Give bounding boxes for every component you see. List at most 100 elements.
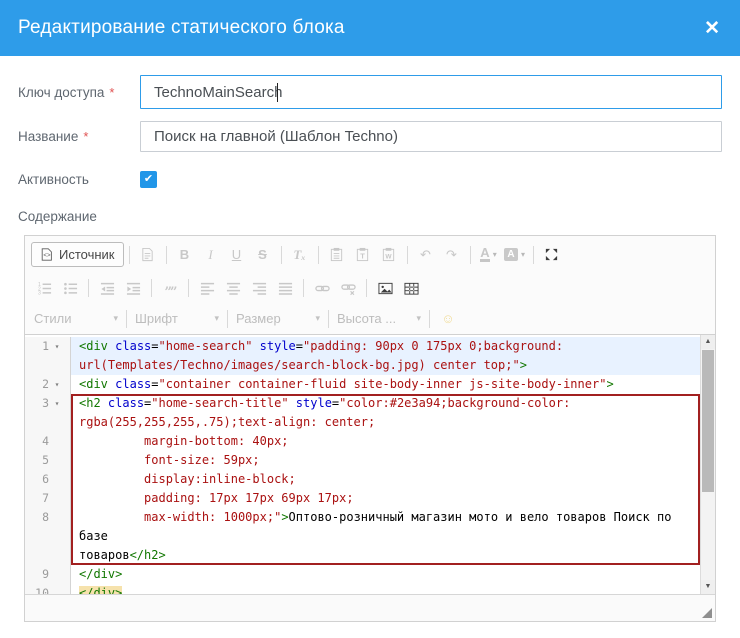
font-select-label: Шрифт bbox=[135, 311, 178, 326]
dialog-body: Ключ доступа* Название* Активность ✔ Сод… bbox=[0, 75, 740, 622]
line-number[interactable]: 1 bbox=[25, 337, 49, 356]
line-height-select[interactable]: Высота ...▾ bbox=[337, 311, 421, 326]
text-color-icon[interactable]: A▾ bbox=[477, 243, 501, 267]
line-gutter: 6 bbox=[25, 470, 71, 489]
fold-arrow-icon[interactable]: ▾ bbox=[49, 394, 65, 413]
svg-text:T: T bbox=[360, 252, 365, 261]
svg-text:W: W bbox=[385, 254, 392, 261]
underline-icon[interactable]: U bbox=[225, 243, 249, 267]
undo-icon[interactable]: ↶ bbox=[414, 243, 438, 267]
resize-handle[interactable] bbox=[702, 608, 712, 618]
code-line-content: font-size: 59px; bbox=[71, 451, 700, 470]
align-justify-icon[interactable] bbox=[273, 276, 297, 300]
paste-word-icon[interactable]: W bbox=[377, 243, 401, 267]
unlink-icon[interactable] bbox=[336, 276, 360, 300]
line-number[interactable]: 5 bbox=[25, 451, 49, 470]
toolbar-separator bbox=[328, 310, 329, 328]
required-asterisk: * bbox=[83, 129, 88, 144]
link-icon[interactable] bbox=[310, 276, 334, 300]
close-button[interactable]: ✕ bbox=[704, 19, 720, 38]
scrollbar-thumb[interactable] bbox=[702, 350, 714, 492]
image-icon[interactable] bbox=[373, 276, 397, 300]
indent-icon[interactable] bbox=[121, 276, 145, 300]
scroll-up-arrow[interactable]: ▲ bbox=[701, 335, 715, 349]
code-line: 1▾<div class="home-search" style="paddin… bbox=[25, 337, 700, 375]
line-number[interactable]: 3 bbox=[25, 394, 49, 413]
access-key-input[interactable] bbox=[140, 75, 722, 109]
toolbar-separator bbox=[129, 246, 130, 264]
maximize-icon[interactable] bbox=[540, 243, 564, 267]
align-right-icon[interactable] bbox=[247, 276, 271, 300]
toolbar-separator bbox=[366, 279, 367, 297]
active-row: Активность ✔ bbox=[18, 171, 722, 188]
dialog-title: Редактирование статического блока bbox=[18, 17, 345, 39]
toolbar-row-1: <>Источник BIUS Tₓ T W ↶↷ A▾A▾ bbox=[25, 236, 715, 273]
smiley-icon[interactable]: ☺ bbox=[436, 307, 460, 331]
name-input[interactable] bbox=[140, 121, 722, 152]
code-line: 9</div> bbox=[25, 565, 700, 584]
blockquote-icon[interactable]: ”” bbox=[158, 276, 182, 300]
access-key-label: Ключ доступа* bbox=[18, 85, 140, 100]
line-number[interactable]: 9 bbox=[25, 565, 49, 584]
line-number[interactable]: 10 bbox=[25, 584, 49, 594]
toolbar-separator bbox=[470, 246, 471, 264]
align-center-icon[interactable] bbox=[221, 276, 245, 300]
line-number[interactable]: 2 bbox=[25, 375, 49, 394]
line-gutter: 7 bbox=[25, 489, 71, 508]
active-checkbox[interactable]: ✔ bbox=[140, 171, 157, 188]
strikethrough-icon[interactable]: S bbox=[251, 243, 275, 267]
code-line: 10</div> bbox=[25, 584, 700, 594]
line-gutter: 5 bbox=[25, 451, 71, 470]
line-number[interactable]: 8 bbox=[25, 508, 49, 527]
templates-icon[interactable] bbox=[136, 243, 160, 267]
bullet-list-icon[interactable] bbox=[58, 276, 82, 300]
toolbar-separator bbox=[188, 279, 189, 297]
styles-select[interactable]: Стили▾ bbox=[34, 311, 118, 326]
line-number[interactable]: 7 bbox=[25, 489, 49, 508]
toolbar-separator bbox=[429, 310, 430, 328]
bold-icon[interactable]: B bbox=[173, 243, 197, 267]
toolbar-separator bbox=[281, 246, 282, 264]
close-icon: ✕ bbox=[704, 18, 720, 39]
vertical-scrollbar[interactable]: ▲ ▼ bbox=[700, 335, 715, 594]
code-line-content: margin-bottom: 40px; bbox=[71, 432, 700, 451]
italic-icon[interactable]: I bbox=[199, 243, 223, 267]
line-gutter: 2▾ bbox=[25, 375, 71, 394]
redo-icon[interactable]: ↷ bbox=[440, 243, 464, 267]
font-select[interactable]: Шрифт ▾ bbox=[135, 311, 219, 326]
bg-color-icon[interactable]: A▾ bbox=[503, 243, 527, 267]
align-left-icon[interactable] bbox=[195, 276, 219, 300]
source-button[interactable]: <>Источник bbox=[31, 242, 124, 267]
code-line-content: max-width: 1000px;">Оптово-розничный маг… bbox=[71, 508, 700, 565]
code-line-content: <div class="home-search" style="padding:… bbox=[71, 337, 700, 375]
line-gutter: 10 bbox=[25, 584, 71, 594]
content-editor: <>ИсточникBIUSTₓTW↶↷A▾A▾ 123”” Стили▾Шри… bbox=[24, 235, 716, 622]
checkmark-icon: ✔ bbox=[144, 174, 153, 185]
code-line: 5 font-size: 59px; bbox=[25, 451, 700, 470]
access-key-row: Ключ доступа* bbox=[18, 75, 722, 109]
fold-arrow-icon[interactable]: ▾ bbox=[49, 337, 65, 356]
static-block-edit-dialog: Редактирование статического блока ✕ Ключ… bbox=[0, 0, 740, 638]
remove-format-icon[interactable]: Tₓ bbox=[288, 243, 312, 267]
source-button-label: Источник bbox=[59, 247, 115, 262]
line-gutter: 4 bbox=[25, 432, 71, 451]
paste-icon[interactable] bbox=[325, 243, 349, 267]
table-icon[interactable] bbox=[399, 276, 423, 300]
chevron-down-icon: ▾ bbox=[214, 313, 219, 324]
line-gutter: 1▾ bbox=[25, 337, 71, 375]
dialog-header: Редактирование статического блока ✕ bbox=[0, 0, 740, 56]
toolbar-separator bbox=[126, 310, 127, 328]
line-number[interactable]: 4 bbox=[25, 432, 49, 451]
content-label: Содержание bbox=[18, 209, 722, 224]
line-number[interactable]: 6 bbox=[25, 470, 49, 489]
numbered-list-icon[interactable]: 123 bbox=[32, 276, 56, 300]
code-line: 8 max-width: 1000px;">Оптово-розничный м… bbox=[25, 508, 700, 565]
code-line-content: <div class="container container-fluid si… bbox=[71, 375, 700, 394]
access-key-input-wrap bbox=[140, 75, 722, 109]
scroll-down-arrow[interactable]: ▼ bbox=[701, 580, 715, 594]
outdent-icon[interactable] bbox=[95, 276, 119, 300]
fold-arrow-icon[interactable]: ▾ bbox=[49, 375, 65, 394]
source-code-area[interactable]: 1▾<div class="home-search" style="paddin… bbox=[25, 335, 715, 594]
size-select[interactable]: Размер▾ bbox=[236, 311, 320, 326]
paste-text-icon[interactable]: T bbox=[351, 243, 375, 267]
